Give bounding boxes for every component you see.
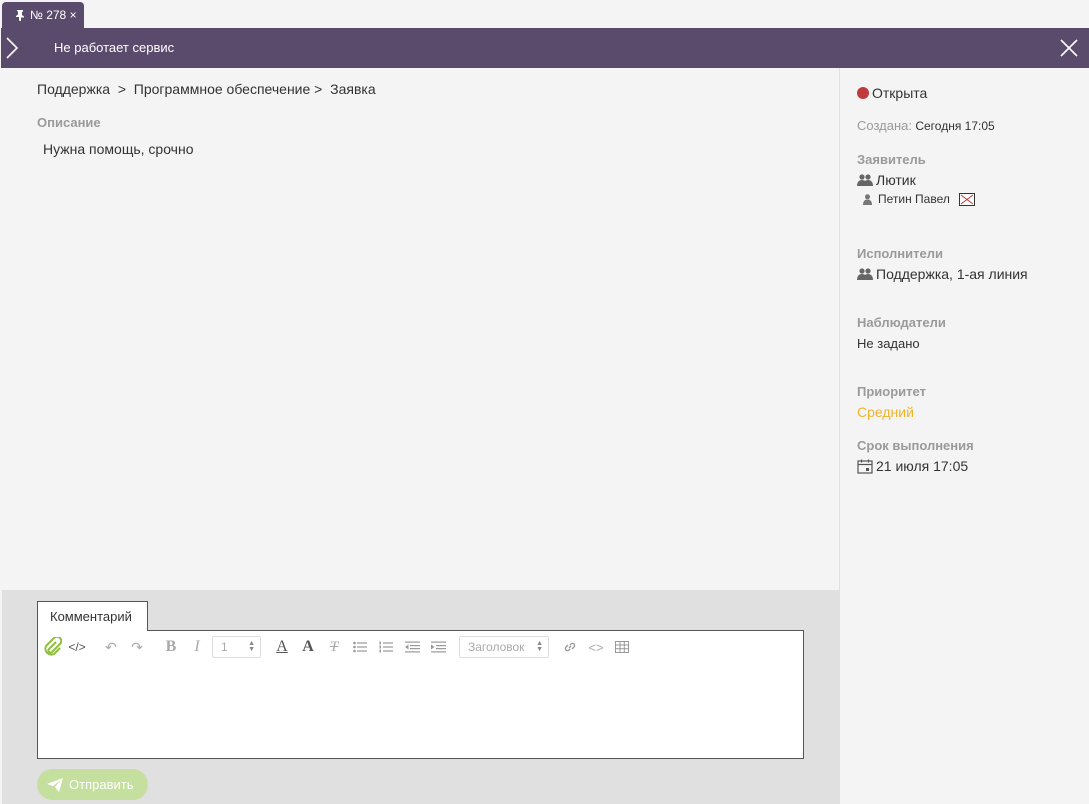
italic-icon[interactable]: I — [186, 637, 208, 657]
ticket-title: Не работает сервис — [54, 40, 175, 55]
users-icon — [857, 174, 873, 186]
breadcrumb-software[interactable]: Программное обеспечение — [134, 81, 311, 97]
font-size-select[interactable]: 1 ▲ ▼ — [212, 636, 261, 658]
clear-format-icon[interactable]: T — [323, 637, 345, 657]
breadcrumb: Поддержка > Программное обеспечение > За… — [37, 81, 376, 97]
executors-group-name: Поддержка, 1-ая линия — [876, 266, 1028, 282]
outdent-icon[interactable] — [401, 637, 423, 657]
created-info: Создана: Сегодня 17:05 — [857, 118, 995, 133]
send-button-label: Отправить — [69, 777, 134, 792]
close-icon[interactable] — [1059, 38, 1079, 58]
breadcrumb-support[interactable]: Поддержка — [37, 81, 110, 97]
bold-icon[interactable]: B — [160, 637, 182, 657]
ticket-header: Не работает сервис — [1, 28, 1089, 68]
send-button[interactable]: Отправить — [37, 769, 148, 800]
observers-label: Наблюдатели — [857, 315, 946, 330]
ticket-sidebar: Открыта Создана: Сегодня 17:05 Заявитель… — [839, 68, 1089, 804]
breadcrumb-separator: > — [110, 81, 134, 97]
font-size-value: 1 — [221, 640, 228, 654]
status-label: Открыта — [872, 85, 928, 101]
breadcrumb-request[interactable]: Заявка — [330, 81, 375, 97]
attach-icon[interactable] — [42, 637, 64, 657]
status-badge[interactable]: Открыта — [857, 85, 927, 101]
comment-section: Комментарий </> ↶ ↷ B I 1 ▲ ▼ A A T Заго… — [2, 590, 839, 804]
applicant-person[interactable]: Петин Павел — [863, 192, 975, 206]
applicant-group-name: Лютик — [876, 172, 916, 188]
pin-icon — [16, 10, 24, 21]
select-arrows-icon: ▲ ▼ — [536, 640, 543, 653]
executors-label: Исполнители — [857, 246, 943, 261]
description-text: Нужна помощь, срочно — [43, 141, 194, 157]
created-value: Сегодня 17:05 — [915, 119, 995, 133]
indent-icon[interactable] — [427, 637, 449, 657]
applicant-person-name: Петин Павел — [878, 192, 950, 206]
code-icon[interactable]: <> — [585, 637, 607, 657]
comment-editor[interactable]: </> ↶ ↷ B I 1 ▲ ▼ A A T Заголовок ▲ ▼ <> — [37, 630, 804, 759]
paper-plane-icon — [47, 777, 63, 792]
description-label: Описание — [37, 115, 101, 130]
observers-value[interactable]: Не задано — [857, 336, 920, 351]
editor-toolbar: </> ↶ ↷ B I 1 ▲ ▼ A A T Заголовок ▲ ▼ <> — [42, 636, 637, 658]
user-icon — [863, 193, 872, 205]
heading-select-value: Заголовок — [468, 640, 525, 654]
background-color-icon[interactable]: A — [297, 637, 319, 657]
calendar-icon — [857, 459, 873, 474]
bullet-list-icon[interactable] — [349, 637, 371, 657]
source-code-icon[interactable]: </> — [66, 637, 88, 657]
link-icon[interactable] — [559, 637, 581, 657]
applicant-group[interactable]: Лютик — [857, 172, 916, 188]
applicant-label: Заявитель — [857, 152, 926, 167]
created-label: Создана: — [857, 118, 912, 133]
ticket-main: Поддержка > Программное обеспечение > За… — [2, 68, 839, 590]
chevron-right-icon[interactable] — [3, 36, 21, 60]
redo-icon[interactable]: ↷ — [126, 637, 148, 657]
deadline-label: Срок выполнения — [857, 438, 974, 453]
comment-tab[interactable]: Комментарий — [37, 601, 148, 631]
priority-label: Приоритет — [857, 384, 926, 399]
deadline-value-row[interactable]: 21 июля 17:05 — [857, 458, 968, 474]
deadline-value: 21 июля 17:05 — [876, 458, 969, 474]
priority-value[interactable]: Средний — [857, 404, 914, 420]
numbered-list-icon[interactable] — [375, 637, 397, 657]
text-color-icon[interactable]: A — [271, 637, 293, 657]
select-arrows-icon: ▲ ▼ — [248, 640, 255, 653]
tab-strip: № 278 × — [0, 0, 1089, 28]
status-dot-icon — [857, 87, 869, 99]
executors-group[interactable]: Поддержка, 1-ая линия — [857, 266, 1028, 282]
table-icon[interactable] — [611, 637, 633, 657]
ticket-tab[interactable]: № 278 × — [2, 2, 84, 28]
breadcrumb-separator: > — [310, 81, 331, 97]
broken-image-icon — [958, 192, 975, 206]
undo-icon[interactable]: ↶ — [100, 637, 122, 657]
users-icon — [857, 268, 873, 280]
ticket-tab-label: № 278 × — [30, 8, 77, 22]
heading-select[interactable]: Заголовок ▲ ▼ — [459, 636, 549, 658]
